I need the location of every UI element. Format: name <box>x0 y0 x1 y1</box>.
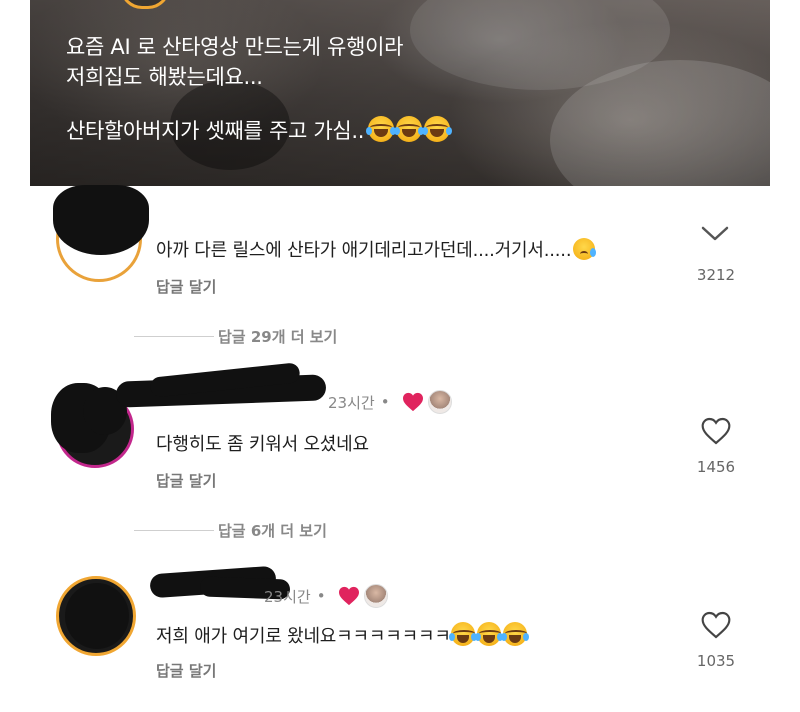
caption-line: 저희집도 해봤는데요... <box>66 65 263 89</box>
view-more-replies-label[interactable]: 답글 6개 더 보기 <box>218 520 327 541</box>
caption-line: 요즘 AI 로 산타영상 만드는게 유행이라 <box>66 35 404 59</box>
comment-text: 저희 애가 여기로 왔네요ㅋㅋㅋㅋㅋㅋㅋ <box>156 622 529 651</box>
tears-of-joy-icon <box>474 622 503 646</box>
creator-avatar-icon <box>427 390 452 414</box>
comment: 23시간 • 다행히도 좀 키워서 오셨네요 답글 달기 1456 <box>0 360 800 500</box>
crying-face-icon <box>573 238 597 260</box>
creator-avatar-icon <box>363 584 388 608</box>
tears-of-joy-icon <box>366 116 397 142</box>
comment: 아까 다른 릴스에 산타가 애기데리고가던데....거기서..... 답글 달기… <box>0 185 800 306</box>
tears-of-joy-emoji-group <box>366 116 453 150</box>
comment-meta: 23시간 • <box>264 584 388 608</box>
divider <box>134 530 214 531</box>
caption-line-text: 산타할아버지가 셋째를 주고 가심.. <box>66 119 365 143</box>
comment-text: 아까 다른 릴스에 산타가 애기데리고가던데....거기서..... <box>156 236 597 262</box>
like-count: 1035 <box>696 652 736 670</box>
chevron-down-icon[interactable] <box>700 224 730 248</box>
tears-of-joy-emoji-group <box>448 622 529 651</box>
post-caption: 요즘 AI 로 산타영상 만드는게 유행이라 저희집도 해봤는데요... 산타할… <box>66 32 650 150</box>
reel-video-preview[interactable]: 요즘 AI 로 산타영상 만드는게 유행이라 저희집도 해봤는데요... 산타할… <box>30 0 770 186</box>
comment-timestamp: 23시간 <box>328 393 375 412</box>
like-count: 1456 <box>696 458 736 476</box>
divider <box>134 336 214 337</box>
comment-text: 다행히도 좀 키워서 오셨네요 <box>156 434 369 455</box>
comment: 23시간 • 저희 애가 여기로 왔네요ㅋㅋㅋㅋㅋㅋㅋ 답글 달기 1035 <box>0 556 800 712</box>
heart-outline-icon[interactable] <box>700 416 732 450</box>
caption-line: 산타할아버지가 셋째를 주고 가심.. <box>66 116 650 150</box>
creator-liked-heart-icon <box>402 392 423 412</box>
view-more-replies[interactable]: 답글 6개 더 보기 <box>134 520 327 541</box>
heart-outline-icon[interactable] <box>700 610 732 644</box>
view-more-replies-label[interactable]: 답글 29개 더 보기 <box>218 326 337 347</box>
view-more-replies[interactable]: 답글 29개 더 보기 <box>134 326 337 347</box>
comment-timestamp: 23시간 <box>264 587 311 606</box>
commenter-avatar[interactable] <box>53 185 149 282</box>
tears-of-joy-icon <box>448 622 477 646</box>
commenter-avatar[interactable] <box>56 576 136 656</box>
redaction-scribble <box>53 185 149 255</box>
redaction-scribble <box>65 583 129 649</box>
meta-separator: • <box>380 393 390 411</box>
reply-button[interactable]: 답글 달기 <box>156 660 216 681</box>
tears-of-joy-icon <box>500 622 529 646</box>
comment-meta: 23시간 • <box>328 390 452 414</box>
tears-of-joy-icon <box>394 116 425 142</box>
tears-of-joy-icon <box>422 116 453 142</box>
reply-button[interactable]: 답글 달기 <box>156 276 216 297</box>
like-count: 3212 <box>696 266 736 284</box>
reply-button[interactable]: 답글 달기 <box>156 470 216 491</box>
creator-liked-heart-icon <box>338 586 359 606</box>
meta-separator: • <box>316 587 326 605</box>
